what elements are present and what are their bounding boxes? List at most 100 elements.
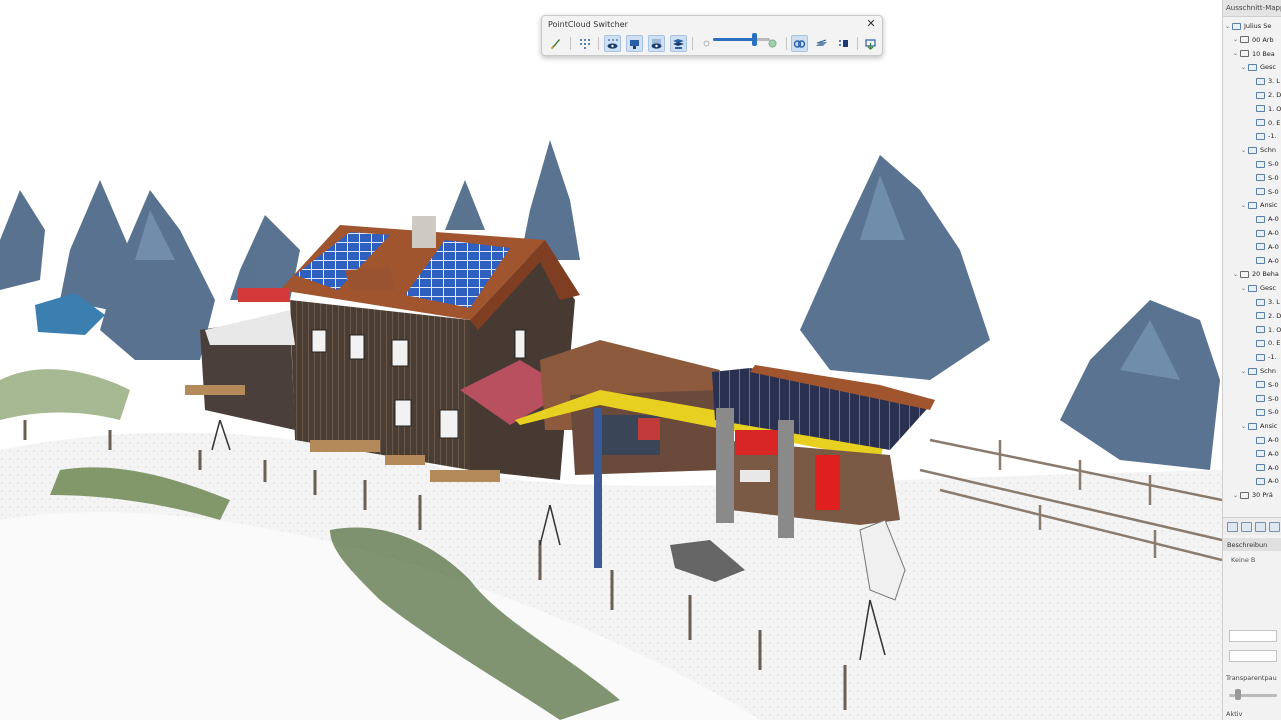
- tree-item[interactable]: ⌄ 10 Bea: [1233, 48, 1275, 60]
- tree-item[interactable]: A-0: [1249, 227, 1279, 239]
- toolbar-separator: [598, 37, 599, 50]
- id-field[interactable]: [1229, 650, 1277, 662]
- view-icon: [1248, 284, 1257, 292]
- tree-item[interactable]: 1. O: [1249, 324, 1281, 336]
- view-icon: [1256, 326, 1265, 334]
- tree-item[interactable]: A-0: [1249, 448, 1279, 460]
- view-icon: [1256, 77, 1265, 85]
- layers-eye-icon[interactable]: [670, 35, 687, 52]
- tree-item-label: A-0: [1268, 436, 1279, 444]
- tree-item-label: 30 Prä: [1252, 491, 1273, 500]
- tree-item[interactable]: 1. O: [1249, 103, 1281, 115]
- tree-item[interactable]: -1.: [1249, 351, 1277, 363]
- density-slider-track[interactable]: [713, 38, 770, 41]
- tree-item-label: Julius Se: [1244, 22, 1272, 30]
- tree-item[interactable]: 2. D: [1249, 89, 1281, 101]
- points-grid-icon[interactable]: [576, 35, 593, 52]
- tree-item[interactable]: ⌄ 20 Beha: [1233, 268, 1279, 280]
- delete-view-icon[interactable]: [1269, 521, 1280, 532]
- chevron-icon[interactable]: ⌄: [1241, 423, 1246, 430]
- chevron-icon[interactable]: ⌄: [1241, 285, 1246, 292]
- tree-item[interactable]: A-0: [1249, 434, 1279, 446]
- eye-icon[interactable]: [648, 35, 665, 52]
- tree-item-label: 20 Beha: [1252, 270, 1279, 279]
- brush-icon[interactable]: [547, 35, 564, 52]
- cloud-link-icon[interactable]: [791, 35, 808, 52]
- tree-item[interactable]: ⌄ Ansic: [1241, 199, 1277, 211]
- tree-item[interactable]: ⌄ Ansic: [1241, 420, 1277, 432]
- tree-item[interactable]: A-0: [1249, 213, 1279, 225]
- pointcloud-viewport[interactable]: [0, 0, 1222, 720]
- tree-item[interactable]: S-0: [1249, 172, 1279, 184]
- sun-bright-icon[interactable]: [764, 35, 781, 52]
- points-eye-icon[interactable]: [604, 35, 621, 52]
- folder-icon: [1240, 270, 1249, 278]
- tree-item[interactable]: 0. E: [1249, 117, 1280, 129]
- support-pillar: [778, 420, 794, 538]
- tree-item[interactable]: S-0: [1249, 379, 1279, 391]
- chevron-icon[interactable]: ⌄: [1225, 23, 1230, 30]
- navigator-header: Ausschnitt-Mappe: [1223, 0, 1281, 17]
- tree-item-label: A-0: [1268, 256, 1279, 265]
- camera-icon[interactable]: [626, 35, 643, 52]
- tree-item[interactable]: ⌄ Schn: [1241, 365, 1276, 377]
- surface-icon[interactable]: [813, 35, 830, 52]
- toolbar-separator: [570, 37, 571, 50]
- view-icon: [1256, 105, 1265, 113]
- clone-view-icon[interactable]: [1255, 521, 1266, 532]
- tree-item[interactable]: -1.: [1249, 130, 1277, 142]
- tree-item[interactable]: ⌄ Julius Se: [1225, 20, 1271, 32]
- chevron-icon[interactable]: ⌄: [1241, 64, 1246, 71]
- view-icon: [1256, 464, 1265, 472]
- tree-item[interactable]: 2. D: [1249, 310, 1281, 322]
- tree-item[interactable]: 0. E: [1249, 337, 1280, 349]
- tree-item-label: A-0: [1268, 215, 1279, 224]
- tree-item[interactable]: A-0: [1249, 255, 1279, 267]
- view-icon: [1232, 22, 1241, 30]
- tree-item[interactable]: A-0: [1249, 462, 1279, 474]
- side-roof: [205, 310, 295, 345]
- description-section-header[interactable]: Beschreibun: [1223, 538, 1281, 551]
- tree-item[interactable]: ⌄ Gesc: [1241, 282, 1276, 294]
- tree-item[interactable]: ⌄ 30 Prä: [1233, 489, 1273, 501]
- chevron-icon[interactable]: ⌄: [1241, 147, 1246, 154]
- view-icon: [1256, 243, 1265, 251]
- pointcloud-switcher-palette[interactable]: PointCloud Switcher ✕: [541, 15, 883, 56]
- chevron-icon[interactable]: ⌄: [1233, 50, 1238, 57]
- tree-item-label: 3. L: [1268, 77, 1280, 86]
- tree-item[interactable]: S-0: [1249, 158, 1279, 170]
- tree-item-label: A-0: [1268, 242, 1279, 251]
- close-icon[interactable]: ✕: [865, 18, 877, 30]
- points-sort-icon[interactable]: [835, 35, 852, 52]
- tree-item[interactable]: ⌄ Schn: [1241, 144, 1276, 156]
- new-view-icon[interactable]: [1227, 521, 1238, 532]
- view-icon: [1256, 119, 1265, 127]
- chevron-icon[interactable]: ⌄: [1233, 36, 1238, 43]
- chevron-icon[interactable]: ⌄: [1233, 271, 1238, 278]
- tree-item[interactable]: S-0: [1249, 186, 1279, 198]
- tree-item[interactable]: 3. L: [1249, 75, 1280, 87]
- tree-item-label: Ansic: [1260, 422, 1278, 431]
- tree-item[interactable]: A-0: [1249, 241, 1279, 253]
- tree-item[interactable]: ⌄ 00 Arb: [1233, 34, 1274, 46]
- tree-item[interactable]: 3. L: [1249, 296, 1280, 308]
- view-icon: [1256, 257, 1265, 265]
- view-icon: [1256, 188, 1265, 196]
- tree-item[interactable]: A-0: [1249, 475, 1279, 487]
- view-icon: [1256, 132, 1265, 140]
- view-icon: [1248, 63, 1257, 71]
- view-icon: [1248, 201, 1257, 209]
- chevron-icon[interactable]: ⌄: [1241, 368, 1246, 375]
- export-icon[interactable]: [862, 35, 879, 52]
- chevron-icon[interactable]: ⌄: [1233, 492, 1238, 499]
- tree-item[interactable]: S-0: [1249, 393, 1279, 405]
- transparency-slider-thumb[interactable]: [1235, 689, 1241, 700]
- tree-item-label: 00 Arb: [1252, 35, 1274, 44]
- tree-item[interactable]: ⌄ Gesc: [1241, 61, 1276, 73]
- description-field[interactable]: [1229, 630, 1277, 642]
- new-folder-icon[interactable]: [1241, 521, 1252, 532]
- density-slider-thumb[interactable]: [752, 33, 758, 46]
- tree-item[interactable]: S-0: [1249, 406, 1279, 418]
- chevron-icon[interactable]: ⌄: [1241, 202, 1246, 209]
- view-icon: [1256, 174, 1265, 182]
